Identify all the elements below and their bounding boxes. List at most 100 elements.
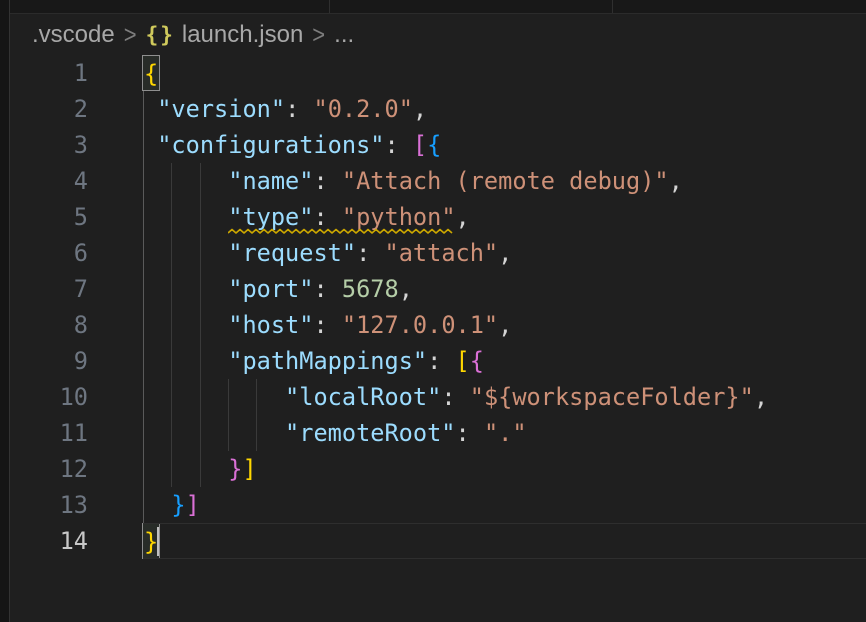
code-text[interactable]: "remoteRoot": "."	[104, 415, 866, 451]
code-text[interactable]: "pathMappings": [{	[104, 343, 866, 379]
line-number[interactable]: 14	[0, 523, 104, 559]
code-token: ,	[456, 203, 470, 231]
indent-guide	[143, 163, 144, 199]
code-text[interactable]: }]	[104, 487, 866, 523]
indent-guide	[200, 415, 201, 451]
code-token: [	[413, 131, 427, 159]
sidebar-edge	[0, 0, 10, 622]
code-token: "remoteRoot"	[285, 419, 455, 447]
code-text[interactable]: "configurations": [{	[104, 127, 866, 163]
code-line[interactable]: 7 "port": 5678,	[0, 271, 866, 307]
code-token: 5678	[342, 275, 399, 303]
indent-guide	[200, 163, 201, 199]
indent-guide	[143, 307, 144, 343]
code-token: :	[427, 347, 455, 375]
code-token: "${workspaceFolder}"	[470, 383, 754, 411]
line-number[interactable]: 8	[0, 307, 104, 343]
tab-divider	[612, 0, 613, 13]
code-token: "0.2.0"	[313, 95, 412, 123]
code-token: :	[313, 311, 341, 339]
code-token: "localRoot"	[285, 383, 441, 411]
indent-guide	[143, 415, 144, 451]
code-line[interactable]: 10 "localRoot": "${workspaceFolder}",	[0, 379, 866, 415]
code-token: ,	[754, 383, 768, 411]
code-token: "."	[484, 419, 527, 447]
code-token: "attach"	[385, 239, 499, 267]
indent-guide	[200, 343, 201, 379]
code-line[interactable]: 6 "request": "attach",	[0, 235, 866, 271]
code-text[interactable]: "request": "attach",	[104, 235, 866, 271]
indent-guide	[143, 343, 144, 379]
line-number[interactable]: 7	[0, 271, 104, 307]
code-line[interactable]: 1{	[0, 55, 866, 91]
indent-guide	[200, 379, 201, 415]
code-line[interactable]: 9 "pathMappings": [{	[0, 343, 866, 379]
code-text[interactable]: "type": "python",	[104, 199, 866, 235]
indent-guide	[228, 415, 229, 451]
indent-guide	[143, 199, 144, 235]
line-number[interactable]: 12	[0, 451, 104, 487]
line-number[interactable]: 3	[0, 127, 104, 163]
tab-bar[interactable]	[10, 0, 866, 14]
line-number[interactable]: 1	[0, 55, 104, 91]
breadcrumb-item-symbol[interactable]: ...	[334, 21, 354, 49]
code-text[interactable]: "host": "127.0.0.1",	[104, 307, 866, 343]
line-number[interactable]: 9	[0, 343, 104, 379]
indent-guide	[200, 451, 201, 487]
indent-guide	[228, 379, 229, 415]
code-text[interactable]: "port": 5678,	[104, 271, 866, 307]
line-number[interactable]: 11	[0, 415, 104, 451]
indent-guide	[143, 127, 144, 163]
code-text[interactable]: "name": "Attach (remote debug)",	[104, 163, 866, 199]
code-line[interactable]: 8 "host": "127.0.0.1",	[0, 307, 866, 343]
code-line[interactable]: 2 "version": "0.2.0",	[0, 91, 866, 127]
code-token: ,	[399, 275, 413, 303]
line-number[interactable]: 13	[0, 487, 104, 523]
code-text[interactable]: "version": "0.2.0",	[104, 91, 866, 127]
indent-guide	[171, 307, 172, 343]
indent-guide	[143, 379, 144, 415]
code-token: :	[313, 275, 341, 303]
code-token: "Attach (remote debug)"	[342, 167, 669, 195]
code-token: "name"	[228, 167, 313, 195]
code-token: ]	[186, 491, 200, 519]
code-token: ,	[498, 311, 512, 339]
code-text[interactable]: }	[104, 523, 866, 559]
editor-content[interactable]: 1{2 "version": "0.2.0",3 "configurations…	[0, 55, 866, 559]
line-number[interactable]: 4	[0, 163, 104, 199]
indent-guide	[143, 271, 144, 307]
line-number[interactable]: 6	[0, 235, 104, 271]
code-token: "type"	[228, 203, 313, 231]
code-line[interactable]: 12 }]	[0, 451, 866, 487]
breadcrumb-item-folder[interactable]: .vscode	[32, 21, 115, 49]
line-number[interactable]: 10	[0, 379, 104, 415]
code-text[interactable]: {	[104, 55, 866, 91]
breadcrumb-item-file[interactable]: launch.json	[182, 21, 303, 49]
code-line[interactable]: 14}	[0, 523, 866, 559]
indent-guide	[171, 235, 172, 271]
code-text[interactable]: "localRoot": "${workspaceFolder}",	[104, 379, 866, 415]
code-line[interactable]: 4 "name": "Attach (remote debug)",	[0, 163, 866, 199]
line-number[interactable]: 5	[0, 199, 104, 235]
line-number[interactable]: 2	[0, 91, 104, 127]
chevron-right-icon: >	[312, 20, 325, 50]
indent-guide	[143, 235, 144, 271]
code-line[interactable]: 13 }]	[0, 487, 866, 523]
code-token: :	[285, 95, 313, 123]
code-token: }	[171, 491, 185, 519]
code-line[interactable]: 5 "type": "python",	[0, 199, 866, 235]
code-token: :	[356, 239, 384, 267]
indent-guide	[200, 199, 201, 235]
code-token: ]	[242, 455, 256, 483]
code-line[interactable]: 11 "remoteRoot": "."	[0, 415, 866, 451]
indent-guide	[171, 163, 172, 199]
code-token: :	[385, 131, 413, 159]
code-token: :	[441, 383, 469, 411]
code-token: :	[456, 419, 484, 447]
indent-guide	[143, 487, 144, 523]
code-line[interactable]: 3 "configurations": [{	[0, 127, 866, 163]
chevron-right-icon: >	[124, 20, 137, 50]
current-line-highlight	[143, 523, 866, 559]
code-text[interactable]: }]	[104, 451, 866, 487]
code-token: "pathMappings"	[228, 347, 427, 375]
